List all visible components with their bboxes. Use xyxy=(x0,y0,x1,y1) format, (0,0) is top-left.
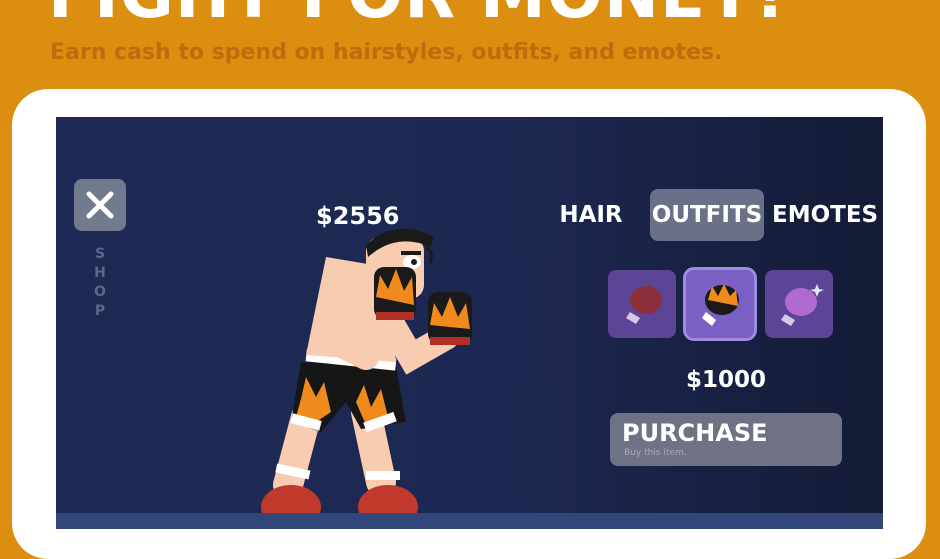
red-glove-icon xyxy=(626,286,662,324)
shop-label: SHOP xyxy=(94,246,108,319)
purchase-hint: Buy this item. xyxy=(624,448,687,458)
close-button[interactable] xyxy=(74,179,126,231)
boxer-character xyxy=(261,228,472,529)
promo-subtitle: Earn cash to spend on hairstyles, outfit… xyxy=(50,40,723,65)
item-slot-red-glove[interactable] xyxy=(608,270,676,338)
close-icon xyxy=(86,191,114,219)
tab-outfits-label: OUTFITS xyxy=(651,202,763,228)
promo-title: FIGHT FOR MONEY! xyxy=(48,0,786,30)
purchase-label: PURCHASE xyxy=(622,419,768,447)
item-slot-pink-glove[interactable] xyxy=(765,270,833,338)
pink-glove-sparkle-icon xyxy=(781,284,824,326)
tab-emotes-label: EMOTES xyxy=(772,202,879,228)
tab-hair-label: HAIR xyxy=(559,202,623,228)
item-slot-flame-glove[interactable] xyxy=(683,267,757,341)
purchase-button[interactable]: PURCHASE Buy this item. xyxy=(610,413,842,466)
tab-emotes[interactable]: EMOTES xyxy=(772,189,878,241)
tab-hair[interactable]: HAIR xyxy=(550,189,632,241)
tab-outfits[interactable]: OUTFITS xyxy=(650,189,764,241)
flame-glove-icon xyxy=(702,284,739,326)
game-screen: SHOP $2556 HAIR OUTFITS EMOTES $1000 PUR… xyxy=(56,117,883,529)
item-price: $1000 xyxy=(686,367,767,393)
ring-floor xyxy=(56,513,883,529)
